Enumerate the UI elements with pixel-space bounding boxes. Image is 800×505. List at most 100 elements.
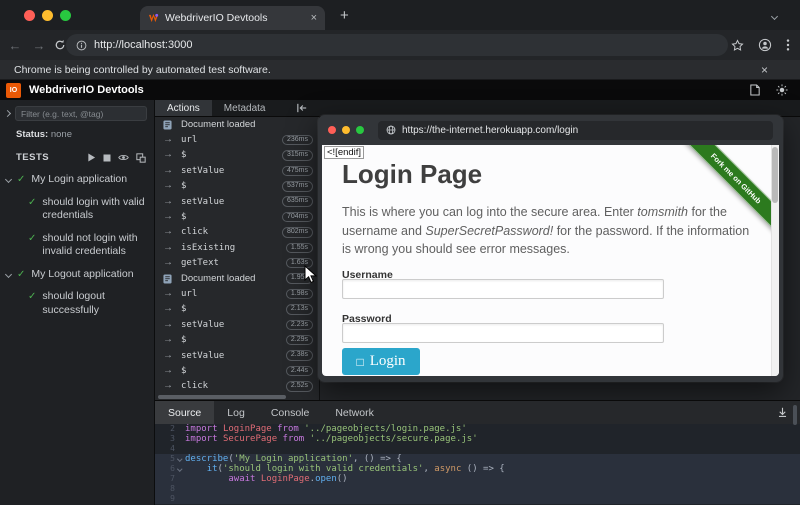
action-row[interactable]: →$2.29s xyxy=(155,332,319,347)
command-arrow-icon: → xyxy=(163,197,174,207)
action-row[interactable]: →setValue2.23s xyxy=(155,317,319,332)
action-row[interactable]: Document loaded xyxy=(155,117,319,132)
tab-log[interactable]: Log xyxy=(214,401,258,424)
play-icon[interactable] xyxy=(87,153,96,162)
globe-icon xyxy=(386,125,396,135)
status-row: Status: none xyxy=(0,125,154,140)
action-row[interactable]: →$315ms xyxy=(155,148,319,163)
bottom-tabs: SourceLogConsoleNetwork xyxy=(155,401,800,424)
action-row[interactable]: →setValue475ms xyxy=(155,163,319,178)
address-bar[interactable]: http://localhost:3000 xyxy=(66,34,728,56)
menu-dots-icon[interactable] xyxy=(786,38,790,52)
stop-icon[interactable] xyxy=(103,154,111,162)
code-scrollbar-thumb[interactable] xyxy=(793,405,797,425)
action-duration-badge: 475ms xyxy=(282,166,313,177)
chevron-down-icon[interactable] xyxy=(5,270,12,277)
test-item[interactable]: ✓should logout successfully xyxy=(6,290,150,317)
code-line: 4 xyxy=(155,444,800,454)
test-passed-icon: ✓ xyxy=(17,173,25,186)
action-row[interactable]: →click802ms xyxy=(155,225,319,240)
code-line: 9 xyxy=(155,494,800,504)
back-button[interactable]: ← xyxy=(6,38,24,53)
chevron-down-icon xyxy=(178,457,183,462)
code-line: 6 it('should login with valid credential… xyxy=(155,464,800,474)
code-line: 5describe('My Login application', () => … xyxy=(155,454,800,464)
browser-tab[interactable]: WebdriverIO Devtools × xyxy=(140,6,325,30)
profile-avatar-icon[interactable] xyxy=(758,38,772,52)
fold-chevron-icon[interactable] xyxy=(175,467,185,471)
collapse-panel-button[interactable] xyxy=(296,100,308,116)
action-row[interactable]: →setValue635ms xyxy=(155,194,319,209)
test-item[interactable]: ✓My Logout application xyxy=(6,268,150,282)
action-row[interactable]: →$704ms xyxy=(155,209,319,224)
filter-input[interactable] xyxy=(15,106,147,121)
close-window-button[interactable] xyxy=(24,10,35,21)
preview-area: https://the-internet.herokuapp.com/login… xyxy=(321,117,800,400)
line-number: 6 xyxy=(155,464,175,474)
tab-console[interactable]: Console xyxy=(258,401,323,424)
tab-source[interactable]: Source xyxy=(155,401,214,424)
minimize-window-button[interactable] xyxy=(42,10,53,21)
maximize-window-button[interactable] xyxy=(60,10,71,21)
preview-address-bar[interactable]: https://the-internet.herokuapp.com/login xyxy=(378,121,773,140)
tab-actions[interactable]: Actions xyxy=(155,100,212,116)
actions-horizontal-scrollbar[interactable] xyxy=(158,395,286,399)
action-label: $ xyxy=(181,335,279,345)
page-scrollbar-thumb[interactable] xyxy=(772,147,778,203)
action-label: $ xyxy=(181,150,275,160)
banner-close-icon[interactable]: × xyxy=(761,63,768,77)
fold-chevron-icon[interactable] xyxy=(175,457,185,461)
tab-network[interactable]: Network xyxy=(322,401,387,424)
action-row[interactable]: Document loaded1.95s xyxy=(155,271,319,286)
preview-minimize-button[interactable] xyxy=(342,126,350,134)
toolbar-right xyxy=(731,30,800,60)
action-row[interactable]: →setValue2.38s xyxy=(155,348,319,363)
test-item[interactable]: ✓should not login with invalid credentia… xyxy=(6,232,150,259)
bookmark-star-icon[interactable] xyxy=(731,39,744,52)
report-file-icon[interactable] xyxy=(750,84,760,96)
action-row[interactable]: →$2.44s xyxy=(155,363,319,378)
action-row[interactable]: →url236ms xyxy=(155,132,319,147)
test-item-label: should login with valid credentials xyxy=(42,196,150,223)
action-row[interactable]: →click2.52s xyxy=(155,379,319,394)
test-passed-icon: ✓ xyxy=(28,232,36,245)
action-row[interactable]: →isExisting1.55s xyxy=(155,240,319,255)
action-duration-badge: 2.23s xyxy=(286,320,313,331)
info-icon[interactable] xyxy=(76,40,87,51)
tab-close-icon[interactable]: × xyxy=(311,12,317,24)
devices-icon[interactable] xyxy=(136,153,146,163)
action-label: $ xyxy=(181,181,275,191)
test-item[interactable]: ✓should login with valid credentials xyxy=(6,196,150,223)
action-row[interactable]: →url1.98s xyxy=(155,286,319,301)
preview-close-button[interactable] xyxy=(328,126,336,134)
action-duration-badge: 1.98s xyxy=(286,289,313,300)
action-row[interactable]: →$2.13s xyxy=(155,302,319,317)
credential-emphasis: SuperSecretPassword! xyxy=(425,224,553,238)
new-tab-button[interactable]: + xyxy=(340,8,349,23)
action-label: setValue xyxy=(181,351,279,361)
forward-button[interactable]: → xyxy=(30,38,48,53)
tab-search-button[interactable] xyxy=(764,8,784,24)
tests-title: TESTS xyxy=(16,152,87,163)
code-line: 2import LoginPage from '../pageobjects/l… xyxy=(155,424,800,434)
preview-maximize-button[interactable] xyxy=(356,126,364,134)
action-row[interactable]: →getText1.63s xyxy=(155,256,319,271)
command-arrow-icon: → xyxy=(163,135,174,145)
action-row[interactable]: →$537ms xyxy=(155,179,319,194)
source-code-view[interactable]: 2import LoginPage from '../pageobjects/l… xyxy=(155,424,800,505)
action-duration-badge: 537ms xyxy=(282,181,313,192)
command-arrow-icon: → xyxy=(163,227,174,237)
test-item-label: My Logout application xyxy=(31,268,133,282)
page-scrollbar-track[interactable] xyxy=(771,145,779,376)
url-text[interactable]: http://localhost:3000 xyxy=(94,39,192,51)
chevron-down-icon[interactable] xyxy=(5,176,12,183)
watch-icon[interactable] xyxy=(118,153,129,162)
sidebar-collapse-icon[interactable] xyxy=(4,110,11,117)
test-item[interactable]: ✓My Login application xyxy=(6,173,150,187)
username-input[interactable] xyxy=(342,279,664,299)
tab-metadata[interactable]: Metadata xyxy=(212,100,278,116)
theme-sun-icon[interactable] xyxy=(776,84,788,96)
login-button[interactable]: □ Login xyxy=(342,348,420,375)
line-number: 5 xyxy=(155,454,175,464)
password-input[interactable] xyxy=(342,323,664,343)
